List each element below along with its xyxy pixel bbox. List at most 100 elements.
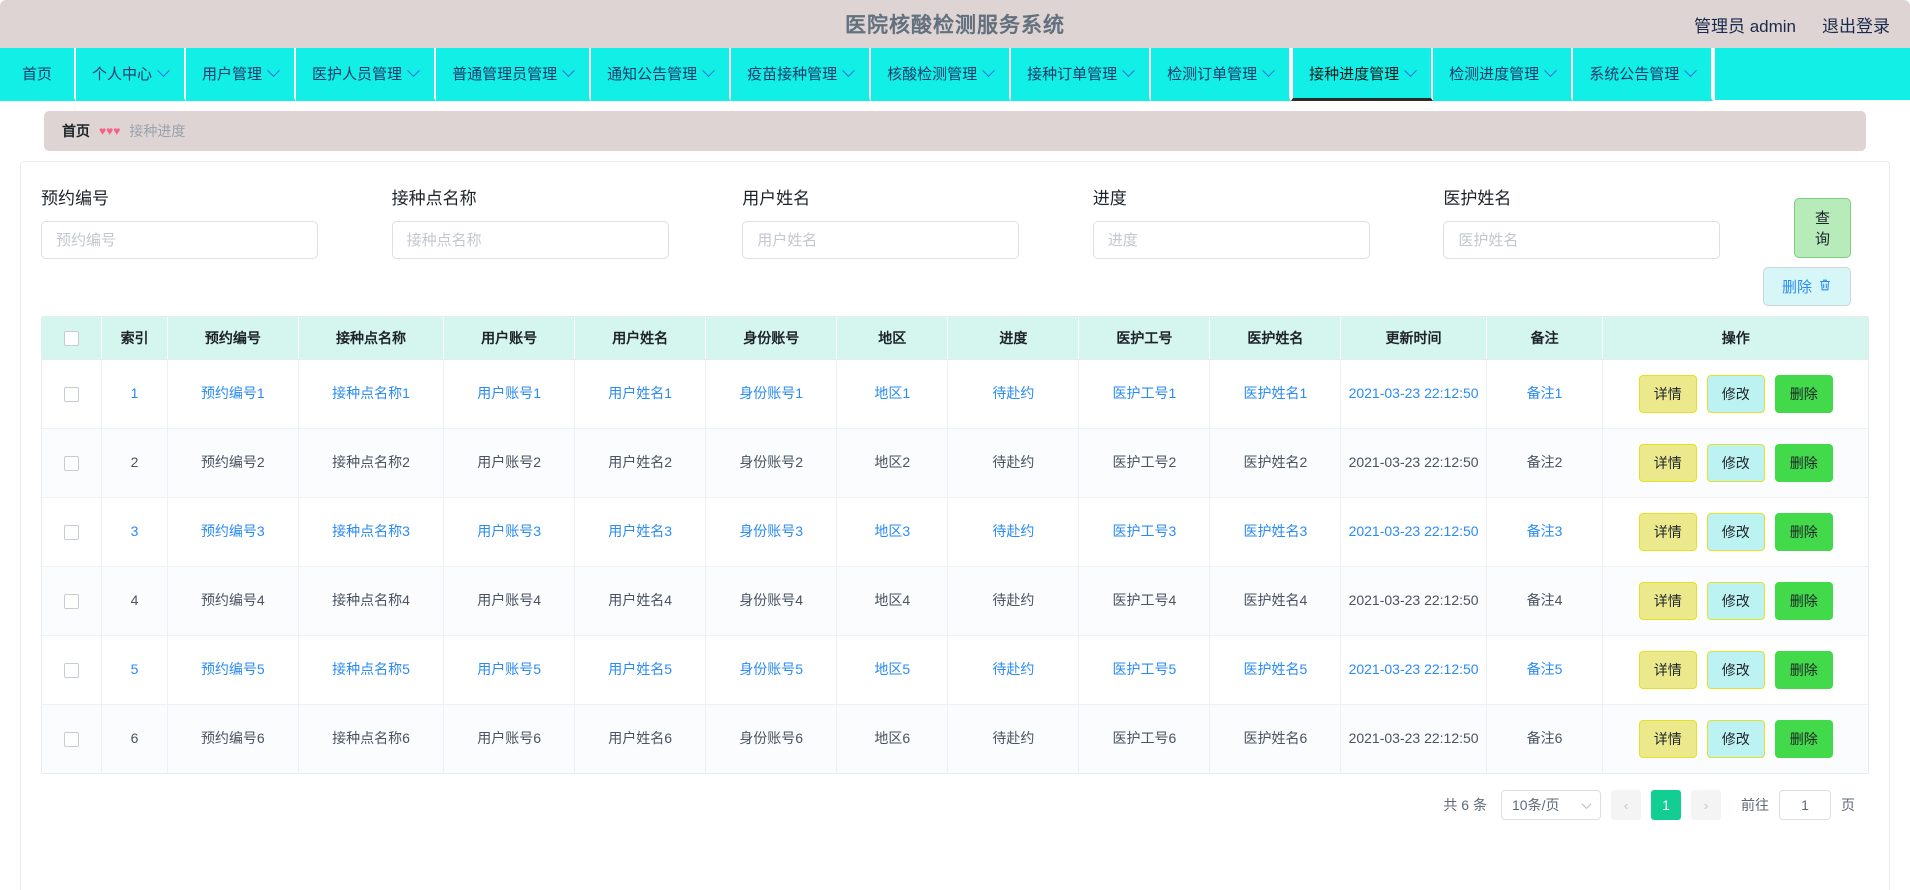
row-checkbox[interactable] [64, 386, 80, 402]
cell-id-account: 身份账号1 [705, 359, 838, 429]
row-delete-button[interactable]: 删除 [1774, 719, 1833, 758]
row-delete-button[interactable]: 删除 [1774, 650, 1833, 689]
select-all-checkbox[interactable] [64, 331, 80, 347]
row-detail-button[interactable]: 详情 [1638, 581, 1697, 620]
row-edit-button[interactable]: 修改 [1706, 581, 1765, 620]
cell-progress: 待赴约 [947, 359, 1080, 429]
cell-user-account: 用户账号3 [443, 497, 576, 567]
logout-link[interactable]: 退出登录 [1822, 12, 1890, 37]
nav-item-12[interactable]: 检测进度管理 [1433, 48, 1574, 101]
bulk-delete-button[interactable]: 删除 [1762, 267, 1851, 306]
cell-appointment-no: 预约编号4 [167, 566, 299, 636]
pagination: 共 6 条 10条/页 ‹ 1 › 前往 页 [41, 774, 1869, 820]
row-edit-button[interactable]: 修改 [1706, 512, 1765, 551]
row-checkbox[interactable] [64, 455, 80, 471]
row-edit-button[interactable]: 修改 [1706, 374, 1765, 413]
row-delete-button[interactable]: 删除 [1774, 581, 1833, 620]
column-header-13: 操作 [1602, 317, 1868, 360]
column-header-4: 用户账号 [443, 317, 576, 360]
row-select-cell [42, 635, 103, 705]
row-checkbox[interactable] [64, 732, 80, 748]
table-row: 3 预约编号3 接种点名称3 用户账号3 用户姓名3 身份账号3 地区3 待赴约 医护工号3 医护… [42, 497, 1868, 567]
cell-region: 地区1 [836, 359, 949, 429]
nav-item-7[interactable]: 疫苗接种管理 [731, 48, 872, 101]
pagination-total: 共 6 条 [1443, 797, 1487, 813]
nav-item-13[interactable]: 系统公告管理 [1573, 48, 1714, 101]
cell-progress: 待赴约 [947, 428, 1080, 498]
pagination-prev-button[interactable]: ‹ [1611, 790, 1641, 820]
nav-item-5[interactable]: 普通管理员管理 [436, 48, 592, 101]
nav-item-9[interactable]: 接种订单管理 [1011, 48, 1152, 101]
row-detail-button[interactable]: 详情 [1638, 374, 1697, 413]
nav-item-11[interactable]: 接种进度管理 [1291, 48, 1434, 101]
cell-staff-name: 医护姓名3 [1209, 497, 1342, 567]
chevron-down-icon [842, 63, 855, 77]
cell-staff-name: 医护姓名1 [1209, 359, 1342, 429]
nav-item-label: 个人中心 [92, 65, 153, 83]
nav-item-2[interactable]: 个人中心 [76, 48, 187, 101]
cell-user-account: 用户账号2 [443, 428, 576, 498]
nav-item-label: 接种进度管理 [1309, 65, 1400, 83]
search-input-site-name[interactable] [391, 221, 669, 259]
table-header: 索引 预约编号 接种点名称 用户账号 用户姓名 身份账号 地区 进度 医护工号 医护姓名 更新时间备… [42, 317, 1868, 360]
breadcrumb-home[interactable]: 首页 [62, 121, 90, 141]
cell-appointment-no: 预约编号6 [167, 704, 299, 773]
row-delete-button[interactable]: 删除 [1774, 512, 1833, 551]
cell-id-account: 身份账号4 [705, 566, 838, 636]
cell-update-time: 2021-03-23 22:12:50 [1340, 566, 1487, 636]
row-detail-button[interactable]: 详情 [1638, 443, 1697, 482]
row-delete-button[interactable]: 删除 [1774, 374, 1833, 413]
nav-item-6[interactable]: 通知公告管理 [591, 48, 732, 101]
chevron-down-icon [1122, 63, 1136, 77]
nav-item-label: 首页 [22, 65, 53, 83]
cell-remark: 备注6 [1486, 704, 1604, 773]
cell-index: 3 [101, 497, 168, 567]
cell-user-name: 用户姓名3 [574, 497, 707, 567]
page-size-select[interactable]: 10条/页 [1501, 790, 1601, 820]
query-button[interactable]: 查询 [1793, 198, 1851, 258]
search-input-appointment-no[interactable] [41, 221, 318, 259]
bulk-delete-label: 删除 [1781, 279, 1812, 296]
current-user-label: 管理员 admin [1693, 16, 1796, 36]
row-detail-button[interactable]: 详情 [1638, 650, 1697, 689]
cell-index: 5 [101, 635, 168, 705]
row-delete-button[interactable]: 删除 [1774, 443, 1833, 482]
cell-update-time: 2021-03-23 22:12:50 [1340, 704, 1487, 773]
cell-user-name: 用户姓名1 [574, 359, 707, 429]
row-detail-button[interactable]: 详情 [1638, 512, 1697, 551]
chevron-down-icon [1581, 798, 1592, 809]
pagination-next-button[interactable]: › [1691, 790, 1721, 820]
row-detail-button[interactable]: 详情 [1638, 719, 1697, 758]
nav-item-3[interactable]: 用户管理 [186, 48, 297, 101]
search-field-progress: 进度 [1092, 184, 1444, 259]
search-field-user-name: 用户姓名 [742, 184, 1093, 259]
search-input-user-name[interactable] [742, 221, 1020, 259]
page-title: 医院核酸检测服务系统 [845, 14, 1065, 37]
cell-staff-no: 医护工号5 [1078, 635, 1211, 705]
table-row: 6 预约编号6 接种点名称6 用户账号6 用户姓名6 身份账号6 地区6 待赴约 医护工号6 医护… [42, 704, 1868, 773]
row-edit-button[interactable]: 修改 [1706, 650, 1765, 689]
nav-item-label: 普通管理员管理 [452, 65, 558, 83]
search-input-progress[interactable] [1092, 221, 1370, 259]
cell-remark: 备注1 [1486, 359, 1604, 429]
nav-item-10[interactable]: 检测订单管理 [1151, 48, 1292, 101]
column-header-11: 更新时间 [1340, 317, 1487, 360]
row-checkbox[interactable] [64, 593, 80, 609]
pagination-jump-input[interactable] [1779, 790, 1831, 820]
row-checkbox[interactable] [64, 524, 80, 540]
row-checkbox[interactable] [64, 662, 80, 678]
cell-region: 地区4 [836, 566, 949, 636]
nav-item-label: 核酸检测管理 [887, 65, 978, 83]
pagination-page-1[interactable]: 1 [1651, 790, 1681, 820]
row-action-group: 详情 修改 删除 [1607, 443, 1864, 482]
nav-item-1[interactable]: 首页 [0, 48, 77, 101]
cell-index: 2 [101, 428, 168, 498]
search-label-site-name: 接种点名称 [391, 189, 477, 208]
row-edit-button[interactable]: 修改 [1706, 443, 1765, 482]
nav-item-4[interactable]: 医护人员管理 [296, 48, 437, 101]
row-edit-button[interactable]: 修改 [1706, 719, 1765, 758]
row-action-group: 详情 修改 删除 [1607, 374, 1864, 413]
search-input-staff-name[interactable] [1443, 221, 1721, 259]
nav-item-8[interactable]: 核酸检测管理 [871, 48, 1012, 101]
cell-progress: 待赴约 [947, 497, 1080, 567]
